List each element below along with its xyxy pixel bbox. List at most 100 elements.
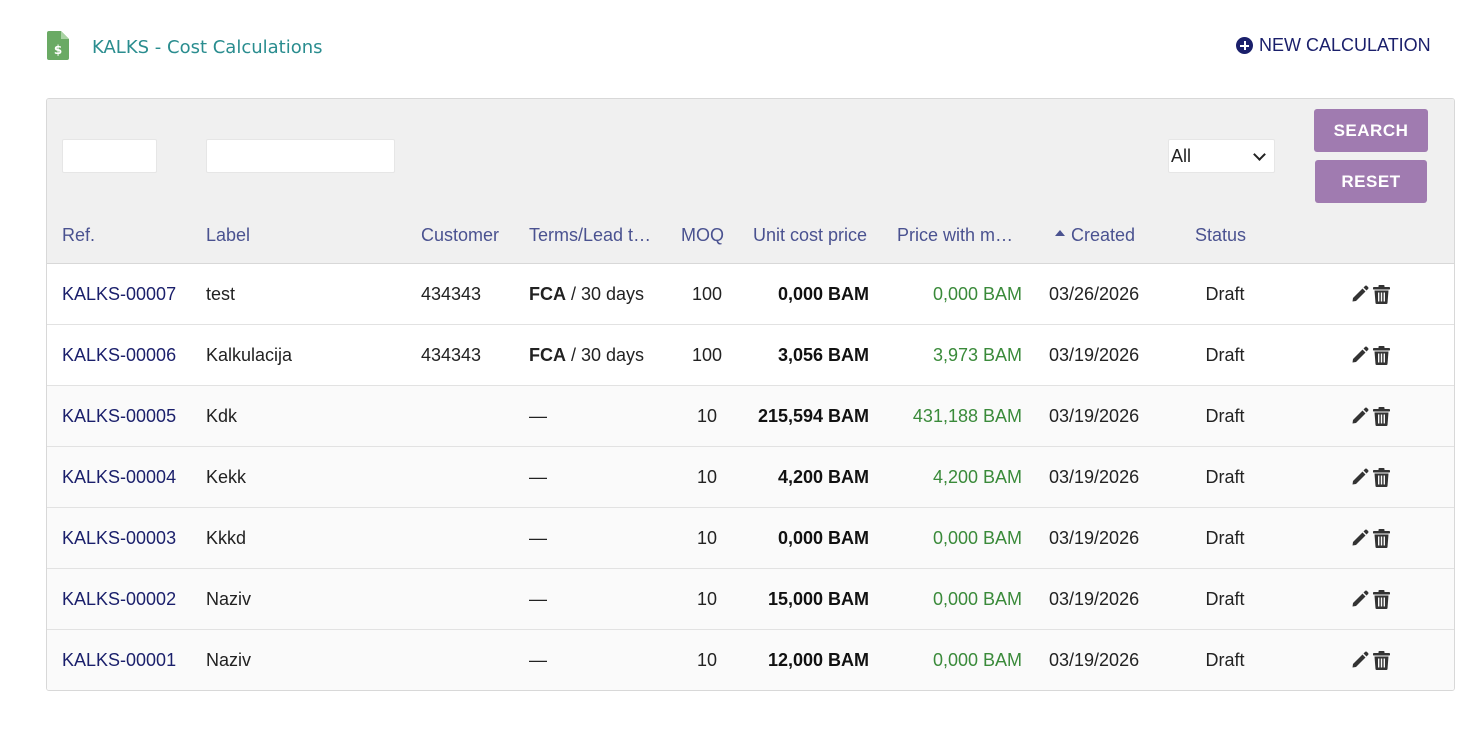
row-price-with-margin: 0,000 BAM [932, 284, 1022, 304]
file-invoice-dollar-icon: $ [47, 31, 69, 60]
plus-circle-icon [1236, 37, 1253, 54]
trash-icon[interactable] [1373, 467, 1390, 487]
row-unit-cost: 3,056 BAM [777, 345, 869, 365]
row-ref-link[interactable]: KALKS-00004 [62, 447, 176, 507]
row-label: Kalkulacija [206, 345, 293, 365]
row-moq: 10 [696, 406, 718, 426]
row-price-with-margin: 4,200 BAM [932, 467, 1022, 487]
row-price-with-margin: 0,000 BAM [932, 528, 1022, 548]
column-header-customer[interactable]: Customer [421, 225, 499, 246]
calculations-table-body: KALKS-00007 test 434343 FCA / 30 days 10… [47, 264, 1454, 690]
row-created: 03/19/2026 [1049, 406, 1140, 426]
row-created: 03/26/2026 [1049, 284, 1140, 304]
reset-button[interactable]: RESET [1315, 160, 1427, 203]
row-created: 03/19/2026 [1049, 528, 1140, 548]
trash-icon[interactable] [1373, 589, 1390, 609]
row-created: 03/19/2026 [1049, 589, 1140, 609]
row-actions [1351, 508, 1395, 568]
row-label: Kekk [206, 467, 247, 487]
row-price-with-margin: 0,000 BAM [932, 650, 1022, 670]
column-header-label[interactable]: Label [206, 225, 250, 246]
row-terms: — [529, 630, 547, 690]
pencil-icon[interactable] [1351, 529, 1369, 547]
ref-filter-input[interactable] [62, 139, 157, 173]
label-filter-input[interactable] [206, 139, 395, 173]
row-incoterm: FCA [529, 284, 566, 304]
row-status: Draft [1205, 284, 1245, 304]
row-label: Kkkd [206, 528, 247, 548]
row-unit-cost: 4,200 BAM [777, 467, 869, 487]
pencil-icon[interactable] [1351, 407, 1369, 425]
status-filter-select[interactable]: All [1168, 139, 1275, 173]
row-status: Draft [1205, 589, 1245, 609]
table-row: KALKS-00004 Kekk — 10 4,200 BAM 4,200 BA… [47, 447, 1454, 508]
column-header-ref[interactable]: Ref. [62, 225, 95, 246]
calculations-panel: All SEARCH RESET Ref. Label Customer Ter… [46, 98, 1455, 691]
row-lead-time: — [529, 650, 547, 670]
row-price-with-margin: 3,973 BAM [932, 345, 1022, 365]
row-status: Draft [1205, 345, 1245, 365]
trash-icon[interactable] [1373, 528, 1390, 548]
column-header-moq[interactable]: MOQ [681, 225, 724, 246]
row-customer: 434343 [421, 284, 482, 304]
row-actions [1351, 325, 1395, 385]
row-actions [1351, 447, 1395, 507]
row-lead-time: / 30 days [566, 345, 645, 365]
new-calculation-button[interactable]: NEW CALCULATION [1236, 35, 1431, 56]
row-terms: FCA / 30 days [529, 325, 644, 385]
row-price-with-margin: 0,000 BAM [932, 589, 1022, 609]
row-customer: 434343 [421, 345, 482, 365]
row-status: Draft [1205, 406, 1245, 426]
trash-icon[interactable] [1373, 345, 1390, 365]
pencil-icon[interactable] [1351, 468, 1369, 486]
table-row: KALKS-00007 test 434343 FCA / 30 days 10… [47, 264, 1454, 325]
row-label: Kdk [206, 406, 238, 426]
pencil-icon[interactable] [1351, 285, 1369, 303]
trash-icon[interactable] [1373, 650, 1390, 670]
column-header-created-label: Created [1071, 225, 1136, 245]
row-moq: 10 [696, 467, 718, 487]
row-created: 03/19/2026 [1049, 650, 1140, 670]
row-status: Draft [1205, 467, 1245, 487]
row-price-with-margin: 431,188 BAM [912, 406, 1022, 426]
pencil-icon[interactable] [1351, 346, 1369, 364]
row-terms: FCA / 30 days [529, 264, 644, 324]
row-moq: 100 [691, 345, 723, 365]
row-created: 03/19/2026 [1049, 345, 1140, 365]
row-ref-link[interactable]: KALKS-00001 [62, 630, 176, 690]
trash-icon[interactable] [1373, 406, 1390, 426]
chevron-down-icon [1253, 147, 1266, 161]
row-incoterm: FCA [529, 345, 566, 365]
row-unit-cost: 215,594 BAM [757, 406, 869, 426]
row-ref-link[interactable]: KALKS-00005 [62, 386, 176, 446]
new-calculation-label: NEW CALCULATION [1259, 35, 1431, 55]
row-ref-link[interactable]: KALKS-00007 [62, 264, 176, 324]
row-ref-link[interactable]: KALKS-00006 [62, 325, 176, 385]
row-status: Draft [1205, 650, 1245, 670]
filter-area: All SEARCH RESET Ref. Label Customer Ter… [47, 99, 1454, 264]
page-title: KALKS - Cost Calculations [92, 37, 323, 58]
pencil-icon[interactable] [1351, 651, 1369, 669]
row-terms: — [529, 386, 547, 446]
row-lead-time: / 30 days [566, 284, 645, 304]
table-row: KALKS-00002 Naziv — 10 15,000 BAM 0,000 … [47, 569, 1454, 630]
row-label: Naziv [206, 589, 252, 609]
column-header-created[interactable]: Created [1055, 225, 1135, 246]
column-header-terms[interactable]: Terms/Lead t… [529, 225, 651, 246]
column-header-price-with-margin[interactable]: Price with m… [897, 225, 1013, 246]
column-header-status[interactable]: Status [1195, 225, 1246, 246]
row-created: 03/19/2026 [1049, 467, 1140, 487]
column-header-unit-cost[interactable]: Unit cost price [753, 225, 867, 246]
trash-icon[interactable] [1373, 284, 1390, 304]
row-terms: — [529, 447, 547, 507]
sort-ascending-icon [1055, 230, 1065, 237]
row-ref-link[interactable]: KALKS-00002 [62, 569, 176, 629]
row-ref-link[interactable]: KALKS-00003 [62, 508, 176, 568]
pencil-icon[interactable] [1351, 590, 1369, 608]
search-button[interactable]: SEARCH [1314, 109, 1428, 152]
row-moq: 10 [696, 650, 718, 670]
table-row: KALKS-00001 Naziv — 10 12,000 BAM 0,000 … [47, 630, 1454, 690]
table-row: KALKS-00003 Kkkd — 10 0,000 BAM 0,000 BA… [47, 508, 1454, 569]
row-actions [1351, 386, 1395, 446]
row-unit-cost: 15,000 BAM [767, 589, 869, 609]
